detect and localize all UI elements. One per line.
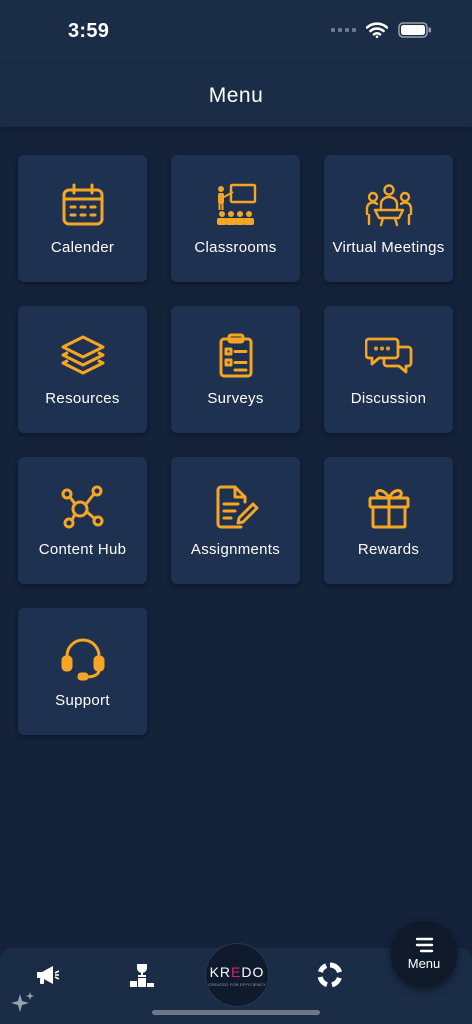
menu-tile-label: Assignments (190, 541, 281, 558)
gift-icon (365, 483, 413, 531)
menu-tile-calender[interactable]: Calender (18, 155, 147, 282)
document-edit-icon (212, 483, 260, 531)
status-time: 3:59 (68, 20, 110, 42)
cellular-signal-icon (331, 28, 356, 32)
status-icons (331, 22, 432, 38)
clipboard-icon (212, 332, 260, 380)
status-bar: 3:59 (0, 0, 472, 64)
menu-tile-label: Surveys (207, 390, 264, 407)
menu-grid: Calender Classrooms Virtual Meetings Res… (18, 155, 453, 735)
menu-tile-resources[interactable]: Resources (18, 306, 147, 433)
menu-nav-label: Menu (407, 956, 441, 971)
menu-tile-classrooms[interactable]: Classrooms (171, 155, 300, 282)
layers-icon (59, 332, 107, 380)
brand-wordmark: KREDO (209, 963, 265, 980)
headset-icon (59, 634, 107, 682)
podium-trophy-icon (130, 964, 154, 987)
app-header: Menu (0, 64, 472, 127)
menu-tile-discussion[interactable]: Discussion (324, 306, 453, 433)
menu-tile-surveys[interactable]: Surveys (171, 306, 300, 433)
classroom-icon (212, 181, 260, 229)
brand-logo[interactable]: KREDO CREATED FOR EFFICIENCY (205, 943, 269, 1007)
sparkle-icon[interactable] (10, 990, 36, 1016)
meeting-icon (365, 181, 413, 229)
progress-ring-icon (317, 962, 342, 988)
megaphone-icon (37, 966, 60, 984)
menu-tile-label: Content Hub (38, 541, 127, 558)
menu-tile-label: Calender (50, 239, 115, 256)
menu-tile-assignments[interactable]: Assignments (171, 457, 300, 584)
nav-progress[interactable] (310, 955, 350, 995)
menu-tile-label: Rewards (357, 541, 420, 558)
nav-leaderboard[interactable] (122, 955, 162, 995)
home-indicator (152, 1010, 320, 1015)
menu-tile-label: Virtual Meetings (332, 239, 445, 256)
page-title: Menu (208, 84, 264, 107)
menu-tile-label: Support (55, 692, 110, 709)
battery-icon (398, 22, 431, 38)
hub-network-icon (59, 483, 107, 531)
hamburger-icon (415, 937, 434, 953)
wifi-icon (366, 22, 388, 38)
nav-announcements[interactable] (27, 955, 67, 995)
chat-bubbles-icon (364, 332, 413, 380)
menu-tile-label: Classrooms (194, 239, 277, 256)
menu-nav-button[interactable]: Menu (391, 921, 457, 987)
menu-tile-support[interactable]: Support (18, 608, 147, 735)
menu-tile-content-hub[interactable]: Content Hub (18, 457, 147, 584)
brand-tagline: CREATED FOR EFFICIENCY (208, 981, 266, 987)
menu-tile-rewards[interactable]: Rewards (324, 457, 453, 584)
calendar-icon (59, 181, 107, 229)
menu-tile-label: Discussion (350, 390, 427, 407)
menu-tile-label: Resources (45, 390, 120, 407)
menu-tile-virtual-meetings[interactable]: Virtual Meetings (324, 155, 453, 282)
